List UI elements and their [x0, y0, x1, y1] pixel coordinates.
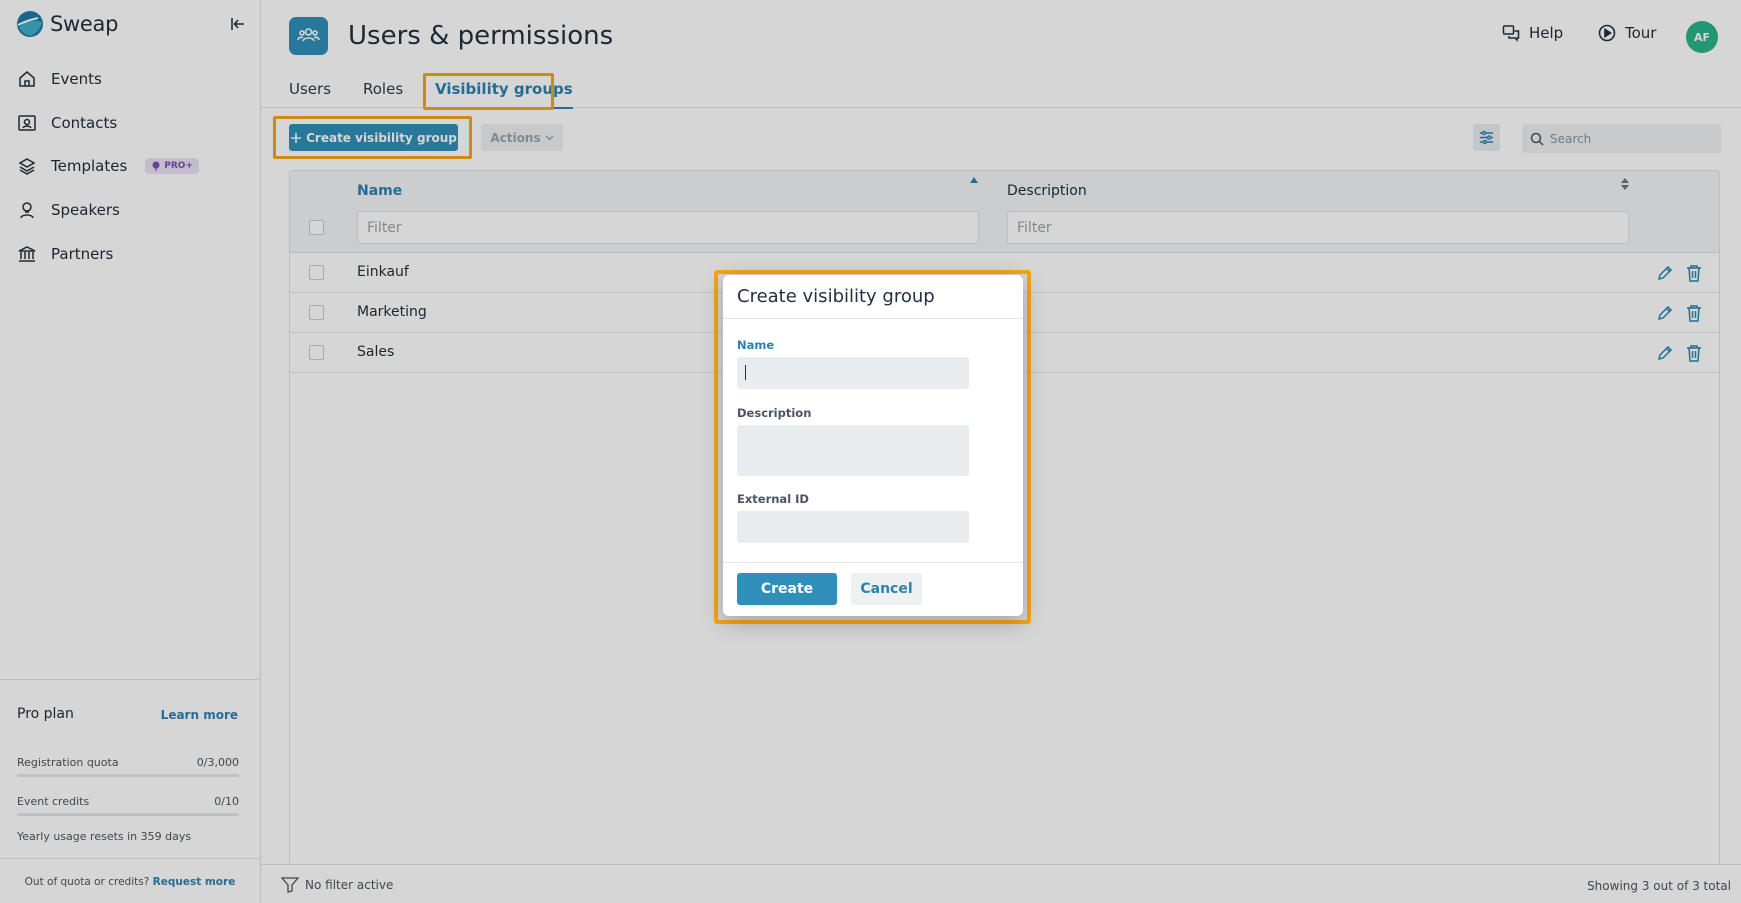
- description-field[interactable]: [737, 425, 969, 476]
- name-label: Name: [737, 338, 775, 352]
- external-id-field[interactable]: [737, 511, 969, 543]
- dialog-divider: [723, 562, 1023, 563]
- cancel-button[interactable]: Cancel: [851, 573, 922, 605]
- dialog-title: Create visibility group: [737, 286, 935, 307]
- create-button[interactable]: Create: [737, 573, 837, 605]
- description-label: Description: [737, 406, 812, 420]
- dialog-divider: [723, 318, 1023, 319]
- create-visibility-group-dialog: Create visibility group Name Description…: [723, 275, 1023, 616]
- name-field[interactable]: [737, 357, 969, 389]
- external-id-label: External ID: [737, 492, 809, 506]
- text-caret: [745, 365, 746, 380]
